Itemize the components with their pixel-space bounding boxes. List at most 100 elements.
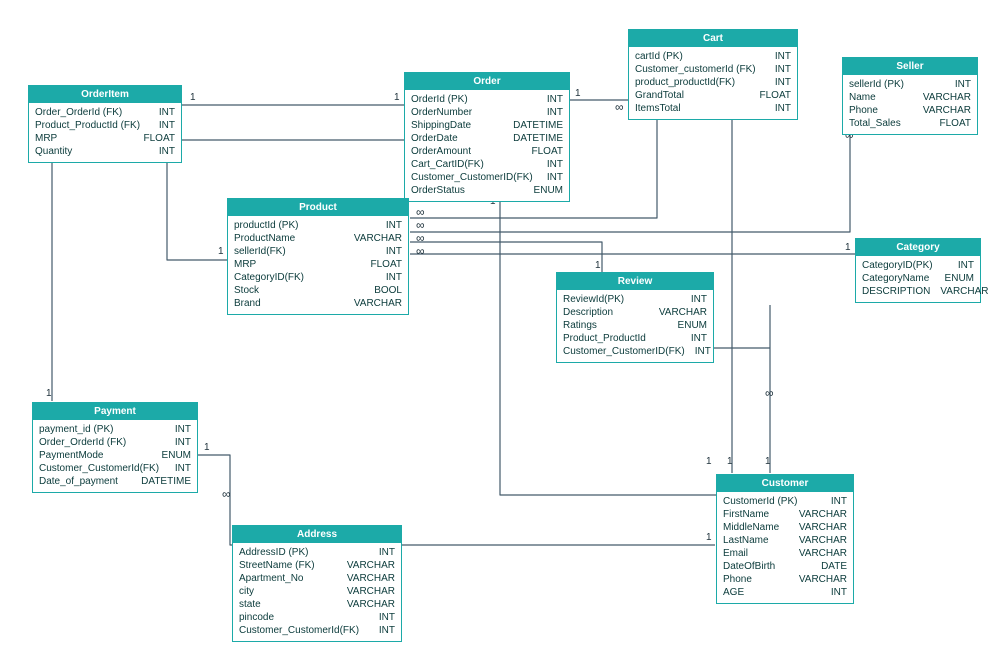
table-row: ItemsTotalINT	[635, 102, 791, 115]
table-row: PhoneVARCHAR	[723, 573, 847, 586]
entity-orderitem-title: OrderItem	[29, 86, 181, 103]
entity-product-body: productId (PK)INT ProductNameVARCHAR sel…	[228, 216, 408, 314]
table-row: Cart_CartID(FK)INT	[411, 158, 563, 171]
table-row: Customer_CustomerId(FK)INT	[239, 624, 395, 637]
table-row: Apartment_NoVARCHAR	[239, 572, 395, 585]
table-row: sellerId(FK)INT	[234, 245, 402, 258]
entity-seller-body: sellerId (PK)INT NameVARCHAR PhoneVARCHA…	[843, 75, 977, 134]
entity-product[interactable]: Product productId (PK)INT ProductNameVAR…	[227, 198, 409, 315]
entity-category[interactable]: Category CategoryID(PK)INT CategoryNameE…	[855, 238, 981, 303]
table-row: Order_OrderId (FK)INT	[35, 106, 175, 119]
entity-address-body: AddressID (PK)INT StreetName (FK)VARCHAR…	[233, 543, 401, 641]
table-row: RatingsENUM	[563, 319, 707, 332]
table-row: DescriptionVARCHAR	[563, 306, 707, 319]
entity-payment-title: Payment	[33, 403, 197, 420]
table-row: OrderAmountFLOAT	[411, 145, 563, 158]
card-product-review-inf: ∞	[416, 231, 425, 245]
table-row: pincodeINT	[239, 611, 395, 624]
table-row: productId (PK)INT	[234, 219, 402, 232]
card-product-cart-inf: ∞	[416, 205, 425, 219]
table-row: sellerId (PK)INT	[849, 78, 971, 91]
table-row: OrderId (PK)INT	[411, 93, 563, 106]
table-row: Date_of_paymentDATETIME	[39, 475, 191, 488]
table-row: ReviewId(PK)INT	[563, 293, 707, 306]
card-order-orderitem-1: 1	[394, 92, 400, 103]
card-product-orderitem-1: 1	[218, 246, 224, 257]
table-row: StockBOOL	[234, 284, 402, 297]
table-row: Total_SalesFLOAT	[849, 117, 971, 130]
table-row: EmailVARCHAR	[723, 547, 847, 560]
card-product-category-inf: ∞	[416, 244, 425, 258]
table-row: AddressID (PK)INT	[239, 546, 395, 559]
table-row: MRPFLOAT	[35, 132, 175, 145]
table-row: Customer_customerId (FK)INT	[635, 63, 791, 76]
table-row: MiddleNameVARCHAR	[723, 521, 847, 534]
entity-address[interactable]: Address AddressID (PK)INT StreetName (FK…	[232, 525, 402, 642]
card-cart-customer-1: 1	[727, 456, 733, 467]
table-row: ShippingDateDATETIME	[411, 119, 563, 132]
entity-order[interactable]: Order OrderId (PK)INT OrderNumberINT Shi…	[404, 72, 570, 202]
table-row: Product_ProductIdINT	[563, 332, 707, 345]
entity-orderitem-body: Order_OrderId (FK)INT Product_ProductId …	[29, 103, 181, 162]
table-row: BrandVARCHAR	[234, 297, 402, 310]
entity-customer[interactable]: Customer CustomerId (PK)INT FirstNameVAR…	[716, 474, 854, 604]
entity-orderitem[interactable]: OrderItem Order_OrderId (FK)INT Product_…	[28, 85, 182, 163]
table-row: GrandTotalFLOAT	[635, 89, 791, 102]
table-row: DESCRIPTIONVARCHAR	[862, 285, 974, 298]
entity-payment[interactable]: Payment payment_id (PK)INT Order_OrderId…	[32, 402, 198, 493]
card-address-customer-inf: ∞	[222, 487, 231, 501]
card-review-product-1: 1	[595, 260, 601, 271]
entity-cart-body: cartId (PK)INT Customer_customerId (FK)I…	[629, 47, 797, 119]
table-row: Customer_CustomerID(FK)INT	[411, 171, 563, 184]
entity-order-body: OrderId (PK)INT OrderNumberINT ShippingD…	[405, 90, 569, 201]
entity-cart[interactable]: Cart cartId (PK)INT Customer_customerId …	[628, 29, 798, 120]
card-cart-order-inf: ∞	[615, 100, 624, 114]
entity-review[interactable]: Review ReviewId(PK)INT DescriptionVARCHA…	[556, 272, 714, 363]
entity-seller[interactable]: Seller sellerId (PK)INT NameVARCHAR Phon…	[842, 57, 978, 135]
table-row: StreetName (FK)VARCHAR	[239, 559, 395, 572]
table-row: CategoryID(PK)INT	[862, 259, 974, 272]
table-row: OrderStatusENUM	[411, 184, 563, 197]
table-row: CategoryNameENUM	[862, 272, 974, 285]
table-row: DateOfBirthDATE	[723, 560, 847, 573]
card-orderitem-order-1: 1	[190, 92, 196, 103]
table-row: payment_id (PK)INT	[39, 423, 191, 436]
table-row: cartId (PK)INT	[635, 50, 791, 63]
table-row: LastNameVARCHAR	[723, 534, 847, 547]
card-product-seller-inf: ∞	[416, 218, 425, 232]
card-order-cart-1: 1	[575, 88, 581, 99]
entity-address-title: Address	[233, 526, 401, 543]
card-review-customer-1: 1	[765, 456, 771, 467]
entity-review-title: Review	[557, 273, 713, 290]
table-row: OrderNumberINT	[411, 106, 563, 119]
table-row: cityVARCHAR	[239, 585, 395, 598]
entity-order-title: Order	[405, 73, 569, 90]
table-row: FirstNameVARCHAR	[723, 508, 847, 521]
card-customer-payment-1: 1	[706, 532, 712, 543]
table-row: OrderDateDATETIME	[411, 132, 563, 145]
card-payment-order-1: 1	[46, 388, 52, 399]
entity-category-body: CategoryID(PK)INT CategoryNameENUM DESCR…	[856, 256, 980, 302]
table-row: Product_ProductId (FK)INT	[35, 119, 175, 132]
erd-canvas: 1 1 ∞ 1 ∞ ∞ ∞ ∞ ∞ 1 1 ∞ 1 1 1 1 1 ∞ 1 1 …	[0, 0, 1001, 663]
table-row: AGEINT	[723, 586, 847, 599]
entity-customer-body: CustomerId (PK)INT FirstNameVARCHAR Midd…	[717, 492, 853, 603]
entity-payment-body: payment_id (PK)INT Order_OrderId (FK)INT…	[33, 420, 197, 492]
card-category-product-1: 1	[845, 242, 851, 253]
table-row: Customer_CustomerID(FK)INT	[563, 345, 707, 358]
entity-cart-title: Cart	[629, 30, 797, 47]
card-customer-order-1: 1	[706, 456, 712, 467]
table-row: CategoryID(FK)INT	[234, 271, 402, 284]
table-row: product_productId(FK)INT	[635, 76, 791, 89]
table-row: Customer_CustomerId(FK)INT	[39, 462, 191, 475]
table-row: Order_OrderId (FK)INT	[39, 436, 191, 449]
table-row: NameVARCHAR	[849, 91, 971, 104]
entity-review-body: ReviewId(PK)INT DescriptionVARCHAR Ratin…	[557, 290, 713, 362]
table-row: stateVARCHAR	[239, 598, 395, 611]
card-review-customer-inf: ∞	[765, 386, 774, 400]
table-row: PaymentModeENUM	[39, 449, 191, 462]
card-payment-customer-1: 1	[204, 442, 210, 453]
table-row: QuantityINT	[35, 145, 175, 158]
entity-seller-title: Seller	[843, 58, 977, 75]
table-row: MRPFLOAT	[234, 258, 402, 271]
